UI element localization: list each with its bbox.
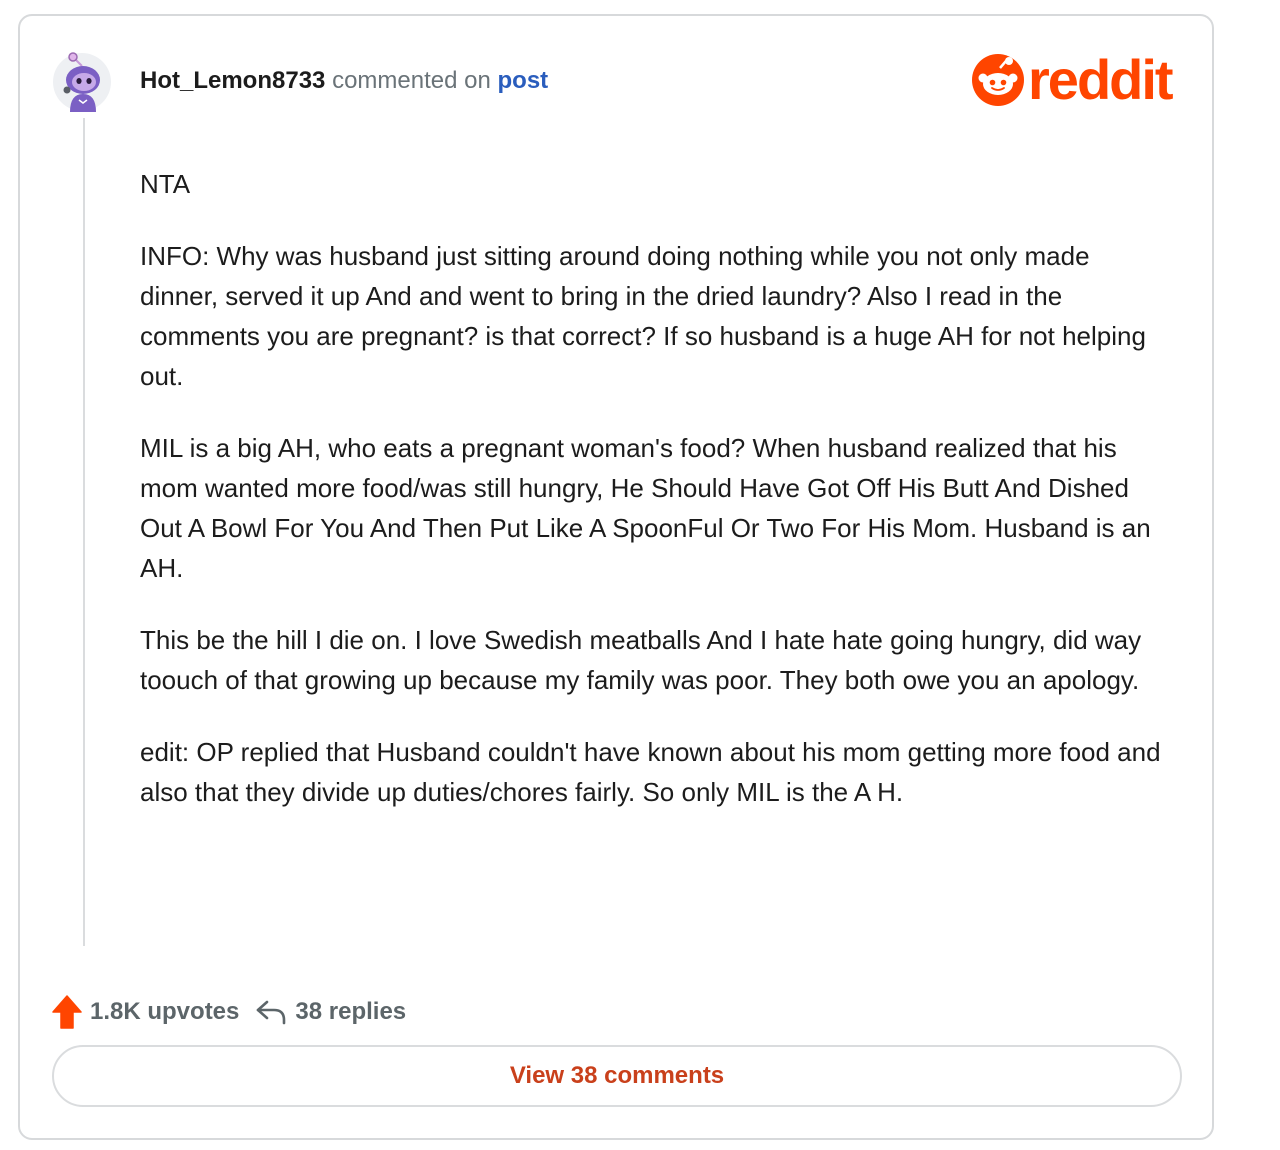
upvote-count: 1.8K upvotes <box>90 998 240 1025</box>
reddit-snoo-icon <box>972 54 1024 106</box>
replies-button[interactable]: 38 replies <box>255 998 406 1026</box>
replies-count: 38 replies <box>295 998 407 1025</box>
commented-on-text: commented on <box>332 67 491 94</box>
comment-header: Hot_Lemon8733 commented on post <box>140 66 548 96</box>
view-comments-button[interactable]: View 38 comments <box>52 1045 1182 1107</box>
user-avatar[interactable] <box>52 52 112 112</box>
post-link[interactable]: post <box>498 67 549 94</box>
comment-paragraph: NTA <box>140 169 191 199</box>
snoo-avatar-icon <box>53 52 111 112</box>
comment-paragraph: This be the hill I die on. I love Swedis… <box>140 625 1142 695</box>
upvote-button[interactable]: 1.8K upvotes <box>52 995 239 1029</box>
comment-footer: 1.8K upvotes 38 replies <box>52 992 406 1032</box>
comment-paragraph: edit: OP replied that Husband couldn't h… <box>140 737 1161 807</box>
thread-line <box>83 118 85 946</box>
comment-paragraph: MIL is a big AH, who eats a pregnant wom… <box>140 433 1151 583</box>
reddit-wordmark: reddit <box>1028 48 1174 111</box>
username-link[interactable]: Hot_Lemon8733 <box>140 67 325 94</box>
reddit-logo[interactable]: reddit <box>972 48 1174 111</box>
comment-body: NTA INFO: Why was husband just sitting a… <box>140 164 1170 844</box>
reply-arrow-icon <box>257 1000 286 1025</box>
upvote-arrow-icon <box>52 995 82 1029</box>
comment-paragraph: INFO: Why was husband just sitting aroun… <box>140 241 1146 391</box>
